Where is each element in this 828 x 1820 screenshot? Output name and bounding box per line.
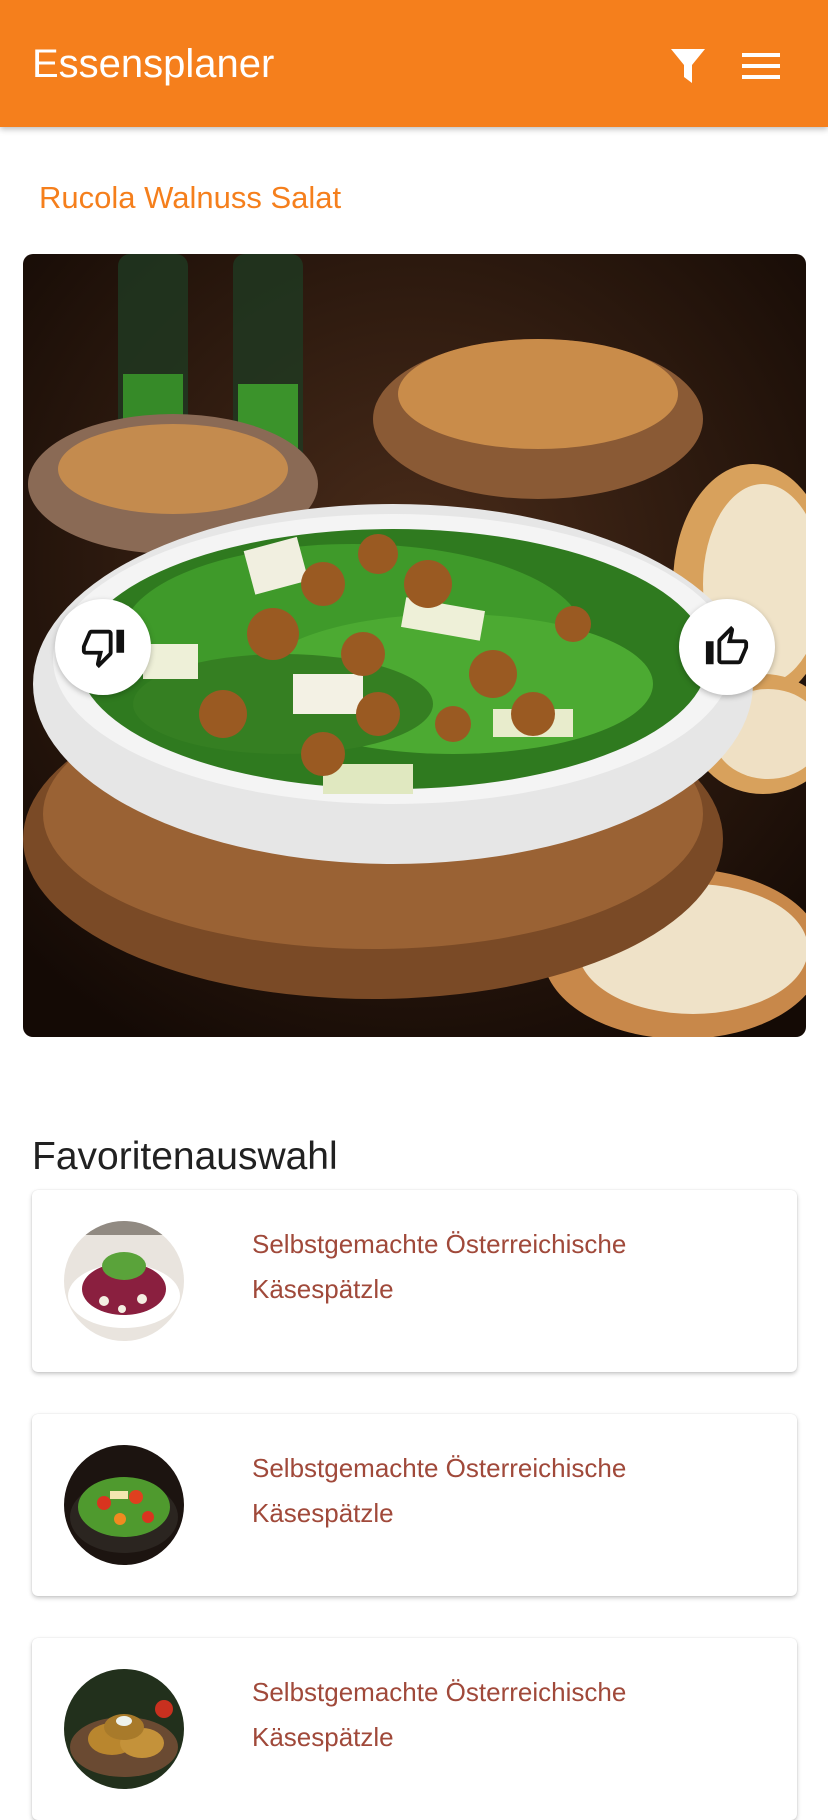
app-title: Essensplaner (32, 42, 275, 86)
beet-salad-photo (64, 1221, 184, 1341)
app-bar: Essensplaner (0, 0, 828, 127)
dislike-button[interactable] (55, 599, 151, 695)
mixed-salad-photo (64, 1445, 184, 1565)
favorite-name: Selbstgemachte Österreichische Käsespätz… (252, 1453, 627, 1528)
favorite-card[interactable]: Selbstgemachte Österreichische Käsespätz… (32, 1414, 797, 1596)
favorite-name: Selbstgemachte Österreichische Käsespätz… (252, 1677, 627, 1752)
favorite-thumbnail (64, 1669, 184, 1789)
like-button[interactable] (679, 599, 775, 695)
filter-button[interactable] (662, 40, 714, 92)
thumbs-up-icon (705, 625, 749, 665)
favorite-thumbnail (64, 1445, 184, 1565)
recipe-image (23, 254, 806, 1037)
favorite-thumbnail (64, 1221, 184, 1341)
favorite-card[interactable]: Selbstgemachte Österreichische Käsespätz… (32, 1190, 797, 1372)
fritters-photo (64, 1669, 184, 1789)
thumbs-down-icon (81, 629, 125, 669)
favorite-card[interactable]: Selbstgemachte Österreichische Käsespätz… (32, 1638, 797, 1820)
recipe-title: Rucola Walnuss Salat (39, 180, 342, 215)
filter-icon (671, 49, 705, 83)
favorite-name: Selbstgemachte Österreichische Käsespätz… (252, 1229, 627, 1304)
favorites-title: Favoritenauswahl (32, 1135, 338, 1178)
menu-icon (742, 53, 780, 79)
menu-button[interactable] (735, 40, 787, 92)
